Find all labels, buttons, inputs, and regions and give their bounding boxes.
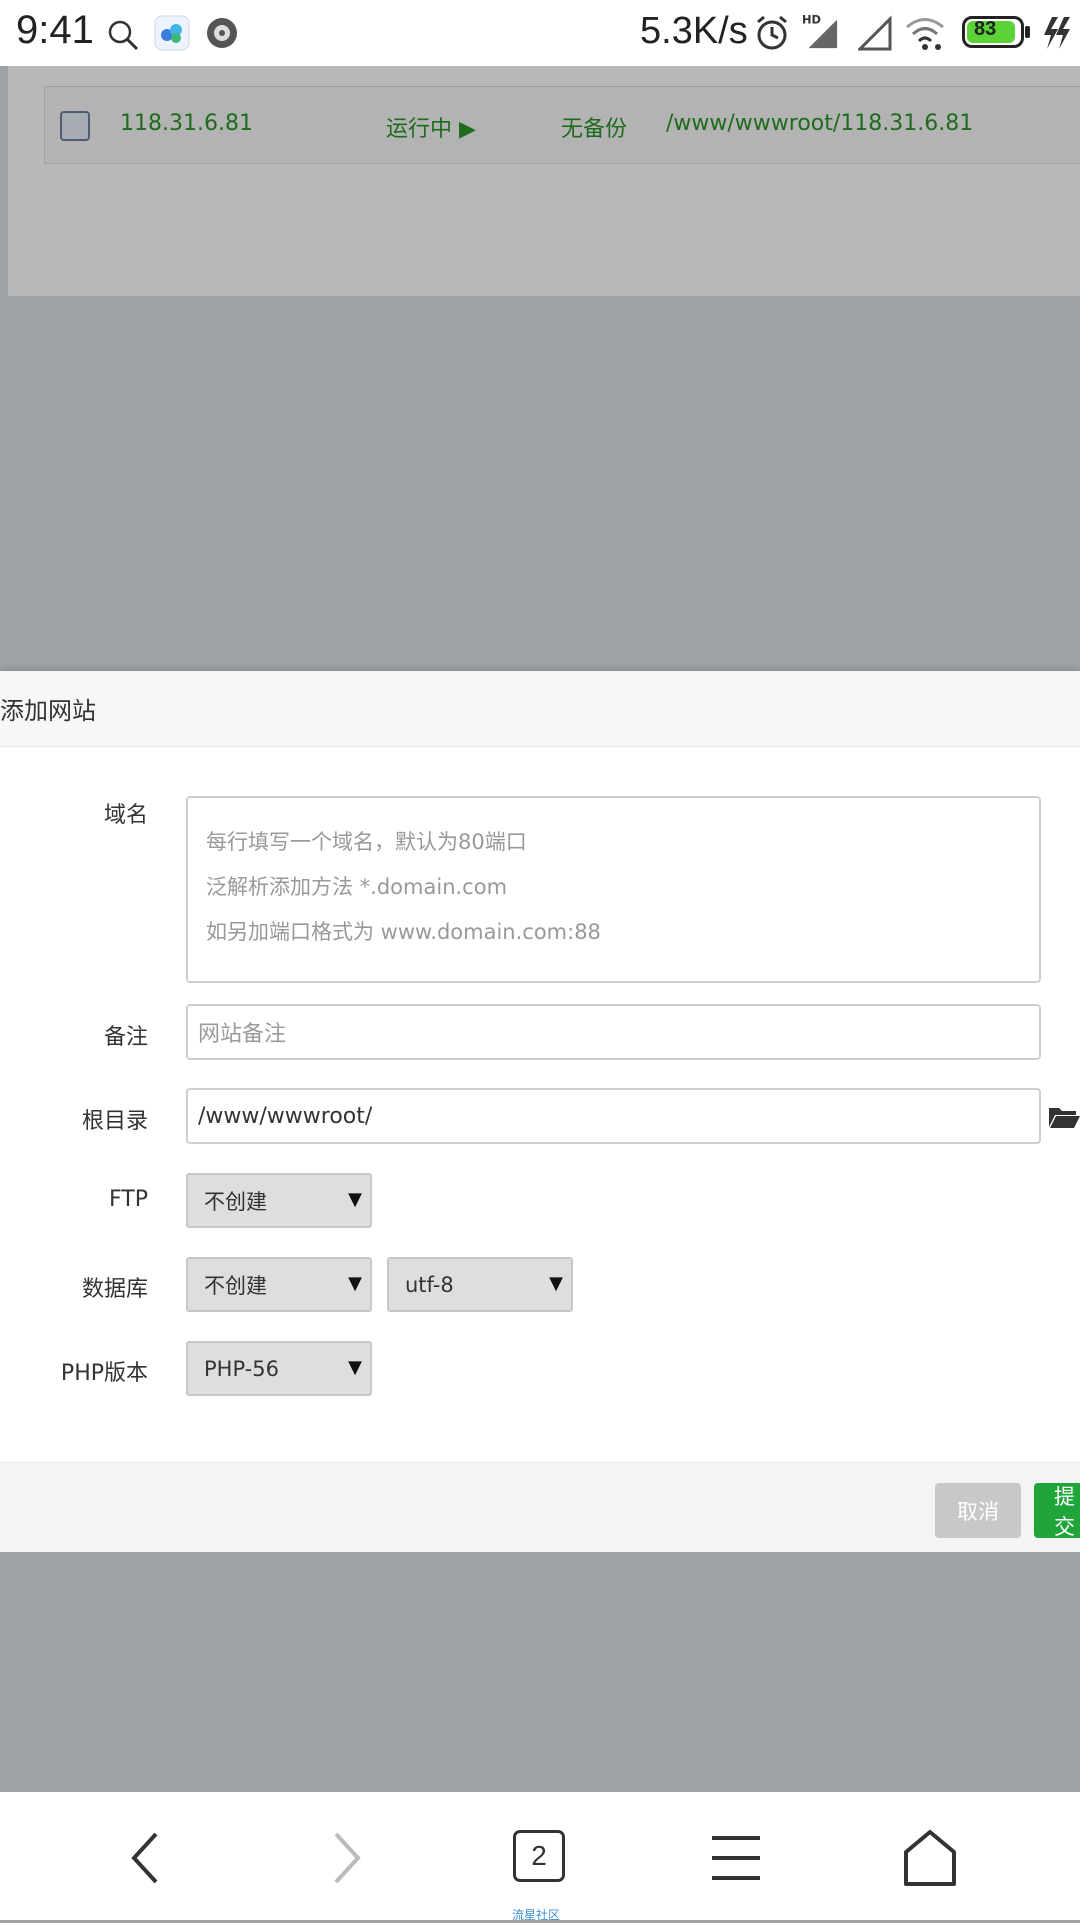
- dropdown-arrow-icon: ▼: [348, 1189, 362, 1210]
- domain-placeholder-line: 泛解析添加方法 *.domain.com: [206, 875, 508, 899]
- submit-button[interactable]: 提交: [1034, 1483, 1080, 1538]
- cancel-button[interactable]: 取消: [935, 1483, 1021, 1538]
- php-version-selected: PHP-56: [204, 1356, 279, 1381]
- remark-input[interactable]: 网站备注: [186, 1004, 1041, 1060]
- ftp-label: FTP: [109, 1187, 148, 1212]
- search-icon: [108, 20, 139, 51]
- tabs-button[interactable]: 2: [513, 1830, 565, 1882]
- root-dir-input[interactable]: /www/wwwroot/: [186, 1088, 1041, 1144]
- dropdown-arrow-icon: ▼: [549, 1273, 563, 1294]
- ftp-selected: 不创建: [204, 1189, 267, 1214]
- dialog-footer: 取消 提交: [0, 1462, 1080, 1552]
- overlay-shade-lower: [0, 1552, 1080, 1792]
- home-icon[interactable]: [900, 1828, 960, 1888]
- status-time: 9:41: [16, 8, 94, 52]
- battery-icon: 83: [962, 16, 1030, 48]
- dialog-body: 域名 每行填写一个域名，默认为80端口 泛解析添加方法 *.domain.com…: [0, 747, 1080, 1462]
- site-domain[interactable]: 118.31.6.81: [120, 111, 253, 136]
- tab-count: 2: [531, 1840, 547, 1871]
- database-select[interactable]: 不创建 ▼: [186, 1257, 372, 1312]
- database-label: 数据库: [81, 1277, 148, 1302]
- hd-signal-icon: HD: [802, 12, 838, 49]
- back-icon[interactable]: [118, 1828, 178, 1888]
- browser-nav-bar: 2: [0, 1792, 1080, 1920]
- site-status[interactable]: 运行中 ▶: [386, 111, 476, 143]
- battery-level: 83: [974, 18, 997, 40]
- root-dir-value: /www/wwwroot/: [198, 1103, 373, 1129]
- dialog-title: 添加网站: [0, 697, 96, 725]
- root-dir-label: 根目录: [81, 1109, 148, 1134]
- site-list-panel: 118.31.6.81 运行中 ▶ 无备份 /www/wwwroot/118.3…: [8, 66, 1080, 296]
- table-row: 118.31.6.81 运行中 ▶ 无备份 /www/wwwroot/118.3…: [44, 86, 1080, 164]
- php-version-select[interactable]: PHP-56 ▼: [186, 1341, 372, 1396]
- site-backup[interactable]: 无备份: [561, 111, 627, 143]
- wifi-icon: [906, 18, 944, 50]
- network-speed: 5.3K/s: [640, 10, 748, 52]
- charset-select[interactable]: utf-8 ▼: [387, 1257, 573, 1312]
- php-version-label: PHP版本: [60, 1361, 148, 1386]
- ftp-select[interactable]: 不创建 ▼: [186, 1173, 372, 1228]
- remark-placeholder: 网站备注: [198, 1022, 287, 1047]
- domain-placeholder-line: 如另加端口格式为 www.domain.com:88: [206, 920, 601, 944]
- row-checkbox[interactable]: [60, 111, 90, 141]
- app-cloud-icon: [154, 15, 190, 51]
- remark-label: 备注: [103, 1025, 148, 1050]
- forward-icon[interactable]: [314, 1828, 374, 1888]
- alarm-icon: [757, 15, 787, 50]
- overlay-shade: [0, 296, 1080, 736]
- domain-placeholder-line: 每行填写一个域名，默认为80端口: [206, 830, 527, 854]
- watermark: 流星社区: [512, 1908, 561, 1922]
- domain-label: 域名: [103, 803, 148, 828]
- app-tire-icon: [207, 18, 237, 48]
- folder-open-icon[interactable]: [1048, 1105, 1080, 1129]
- dropdown-arrow-icon: ▼: [348, 1357, 362, 1378]
- charset-selected: utf-8: [405, 1272, 454, 1297]
- site-path[interactable]: /www/wwwroot/118.31.6.81: [666, 111, 973, 136]
- signal-icon: [858, 15, 892, 51]
- menu-icon[interactable]: [706, 1828, 766, 1888]
- status-bar: 9:41 5.3K/s HD 83: [0, 0, 1080, 66]
- database-selected: 不创建: [204, 1273, 267, 1298]
- add-site-dialog: 添加网站 域名 每行填写一个域名，默认为80端口 泛解析添加方法 *.domai…: [0, 671, 1080, 1552]
- svg-text:HD: HD: [802, 12, 821, 26]
- charging-icon: [1044, 17, 1070, 49]
- dropdown-arrow-icon: ▼: [348, 1273, 362, 1294]
- domain-textarea[interactable]: 每行填写一个域名，默认为80端口 泛解析添加方法 *.domain.com 如另…: [186, 796, 1041, 983]
- dialog-header: 添加网站: [0, 671, 1080, 747]
